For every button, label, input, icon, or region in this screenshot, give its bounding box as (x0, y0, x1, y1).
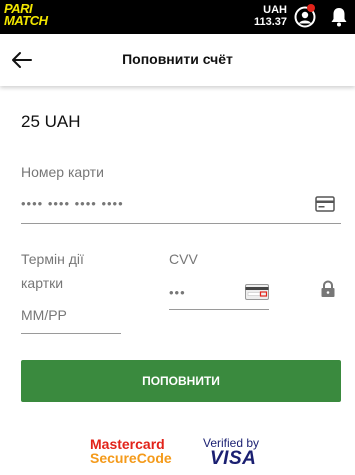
mastercard-securecode-badge: Mastercard SecureCode (90, 437, 172, 465)
expiry-label: Термін дії картки (21, 251, 84, 291)
deposit-amount: 25 UAH (21, 112, 81, 131)
cvv-field[interactable]: ••• (169, 278, 269, 310)
logo-line2: MATCH (4, 13, 48, 28)
expiry-placeholder: ММ/РР (21, 307, 67, 323)
card-number-value: •••• •••• •••• •••• (21, 196, 124, 211)
visa-logo-text: VISA (210, 448, 257, 469)
cvv-value: ••• (169, 285, 186, 300)
cvv-label: CVV (169, 251, 198, 267)
deposit-submit-button[interactable]: ПОПОВНИТИ (21, 360, 341, 402)
lock-icon (321, 280, 335, 297)
card-icon (315, 196, 335, 212)
card-number-field[interactable]: •••• •••• •••• •••• (21, 190, 341, 224)
notification-dot (307, 4, 315, 12)
balance-amount: 113.37 (253, 16, 287, 28)
bell-icon[interactable] (330, 7, 348, 27)
parimatch-logo[interactable]: PARI MATCH (4, 2, 84, 29)
mastercard-line2: SecureCode (90, 450, 172, 466)
balance-display[interactable]: UAH 113.37 (254, 4, 287, 28)
card-number-label: Номер карти (21, 164, 104, 180)
balance-currency: UAH (263, 4, 287, 16)
mastercard-line1: Mastercard (90, 436, 165, 452)
expiry-field[interactable]: ММ/РР (21, 302, 121, 334)
page-header: Поповнити счёт (0, 34, 355, 86)
page-title: Поповнити счёт (122, 51, 233, 67)
top-bar: PARI MATCH UAH 113.37 (0, 0, 355, 34)
cvv-card-icon (245, 284, 269, 300)
